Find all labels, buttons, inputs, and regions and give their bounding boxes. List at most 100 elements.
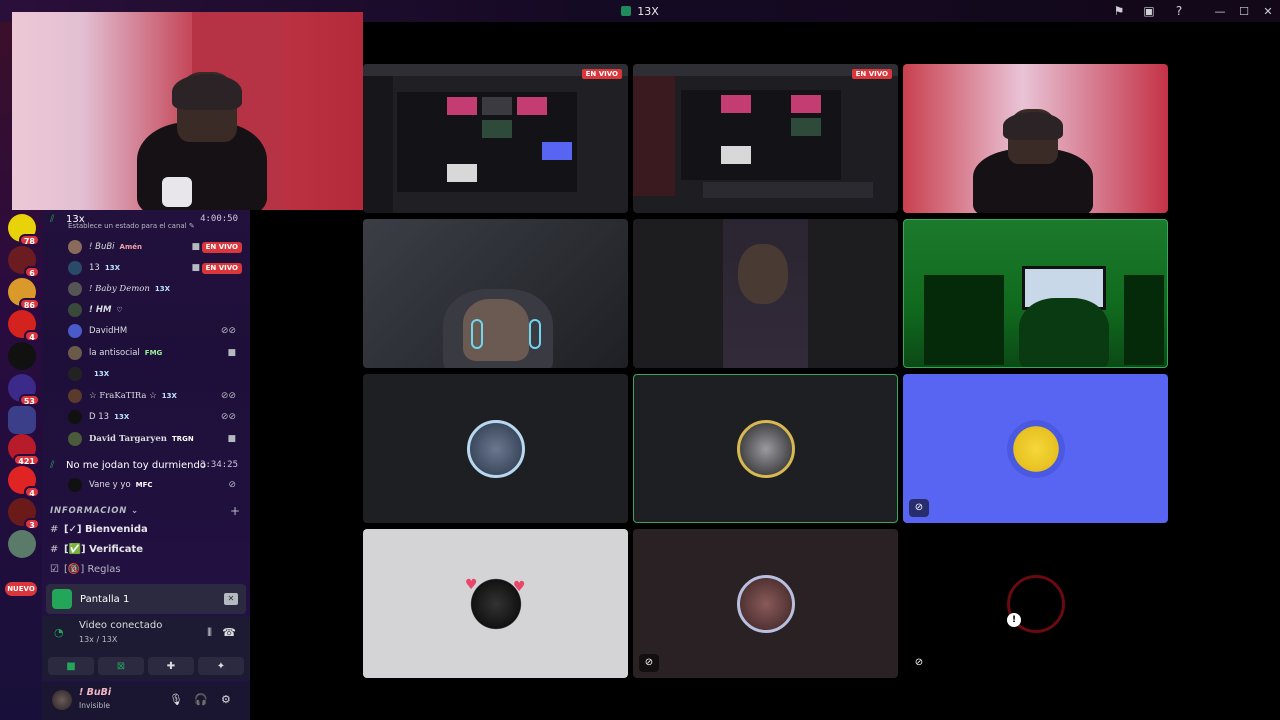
add-channel-icon[interactable]: +	[230, 504, 240, 518]
deafened-icon: ⊘	[228, 480, 236, 490]
stream-thumb	[542, 142, 572, 160]
server-icon[interactable]: 4	[8, 310, 40, 342]
voice-user[interactable]: D 13 13X ⊘⊘	[68, 408, 244, 426]
avatar[interactable]	[52, 690, 72, 710]
avatar-tile[interactable]	[633, 374, 898, 523]
server-badge: 3	[24, 518, 40, 530]
voice-status-title: Video conectado	[79, 620, 163, 631]
activities-button[interactable]: ✚	[148, 657, 194, 675]
voice-user[interactable]: 13X	[68, 365, 244, 383]
popout-icon[interactable]: ▣	[1134, 0, 1164, 22]
alert-icon: !	[1007, 613, 1021, 627]
voice-channel-name: No me jodan toy durmiendo	[66, 459, 206, 471]
camera-button[interactable]: ■	[48, 657, 94, 675]
server-icon[interactable]: 86	[8, 278, 40, 310]
voice-user[interactable]: ! HM ♡	[68, 301, 244, 319]
server-icon[interactable]: 3	[8, 498, 40, 530]
server-icon[interactable]: 78	[8, 214, 40, 246]
server-badge: 4	[24, 330, 40, 342]
voice-user[interactable]: ! Baby Demon 13X	[68, 280, 244, 298]
voice-user[interactable]: la antisocial FMG ■	[68, 344, 244, 362]
user-tag: 13X	[114, 413, 130, 421]
camera-icon: ■	[191, 263, 200, 273]
avatar-tile[interactable]	[363, 374, 628, 523]
user-name: ! BuBi	[89, 242, 115, 252]
camera-icon: ■	[191, 242, 200, 252]
maximize-button[interactable]: ☐	[1232, 0, 1256, 22]
server-icon[interactable]	[8, 530, 36, 558]
avatar	[68, 261, 82, 275]
rules-icon: ☑	[50, 563, 59, 575]
avatar	[68, 282, 82, 296]
user-tag: 13X	[161, 392, 177, 400]
avatar-tile[interactable]: ⊘	[903, 374, 1168, 523]
camera-tile[interactable]	[903, 64, 1168, 213]
channel-item-bienvenida[interactable]: # [✓] Bienvenida	[50, 520, 240, 538]
avatar	[68, 367, 82, 381]
channel-icon	[621, 6, 632, 16]
avatar-tile[interactable]: ⊘	[633, 529, 898, 678]
help-icon[interactable]: ?	[1164, 0, 1194, 22]
server-icon[interactable]: 6	[8, 246, 40, 278]
camera-tile[interactable]	[633, 219, 898, 368]
headphones-icon[interactable]: 🎧	[194, 693, 208, 706]
voice-user[interactable]: ! BuBi Amén ■ EN VIVO	[68, 238, 244, 256]
live-badge: EN VIVO	[201, 241, 242, 253]
noise-suppression-icon[interactable]: ⦀	[207, 626, 212, 640]
stream-thumb	[721, 95, 751, 113]
server-icon[interactable]: 53	[8, 374, 40, 406]
stream-thumb	[791, 118, 821, 136]
disconnect-icon[interactable]: ☎	[222, 626, 236, 639]
self-camera-preview[interactable]	[12, 12, 363, 210]
channel-item-reglas[interactable]: ☑ [🔞] Reglas	[50, 560, 240, 578]
gear-icon[interactable]: ⚙	[221, 693, 231, 706]
user-tag: 13X	[104, 264, 120, 272]
hash-icon: #	[50, 543, 59, 555]
share-screen-button[interactable]: ⊠	[98, 657, 144, 675]
soundboard-button[interactable]: ✦	[198, 657, 244, 675]
camera-tile[interactable]	[363, 219, 628, 368]
microphone-icon[interactable]: 🎙	[169, 693, 183, 706]
server-icon[interactable]: 421	[8, 434, 40, 466]
avatar	[68, 346, 82, 360]
voice-user[interactable]: DavidHM ⊘⊘	[68, 322, 244, 340]
signal-icon[interactable]: ◔	[54, 626, 64, 639]
new-server-badge[interactable]: NUEVO	[5, 582, 37, 596]
camera-tile[interactable]	[903, 219, 1168, 368]
user-name: D 13	[89, 412, 110, 422]
stop-share-icon[interactable]: ✕	[224, 593, 238, 605]
stream-tile[interactable]: EN VIVO	[633, 64, 898, 213]
avatar-tile[interactable]: ♥ ♥	[363, 529, 628, 678]
inbox-icon[interactable]: ⚑	[1104, 0, 1134, 22]
voice-channel-2[interactable]: ⫽ No me jodan toy durmiendo 3:34:25	[48, 454, 244, 476]
user-tag: TRGN	[171, 435, 194, 443]
server-icon[interactable]: 4	[8, 466, 40, 498]
voice-user[interactable]: 13 13X ■ EN VIVO	[68, 259, 244, 277]
channel-status[interactable]: Establece un estado para el canal ✎	[68, 222, 195, 230]
voice-user[interactable]: ☆ FraKaTIRa ☆ 13X ⊘⊘	[68, 387, 244, 405]
stream-tile[interactable]: EN VIVO	[363, 64, 628, 213]
folder-icon[interactable]	[8, 406, 36, 434]
server-badge: 4	[24, 486, 40, 498]
screen-share-icon	[52, 589, 72, 609]
channel-label: Reglas	[87, 563, 121, 575]
screen-share-panel[interactable]: Pantalla 1 ✕	[46, 584, 246, 614]
stream-content	[397, 92, 577, 192]
channel-label: Verificate	[89, 543, 144, 555]
category-header[interactable]: INFORMACION ⌄	[50, 506, 139, 516]
voice-user[interactable]: David Targaryen TRGN ■	[68, 430, 244, 448]
channel-item-verificate[interactable]: # [✅] Verificate	[50, 540, 240, 558]
minimize-button[interactable]: —	[1208, 0, 1232, 22]
user-name: la antisocial	[89, 348, 140, 358]
clothes-rack	[1124, 275, 1164, 365]
live-badge: EN VIVO	[581, 69, 622, 79]
camera-icon: ■	[227, 348, 236, 358]
avatar	[68, 240, 82, 254]
headphones-glow	[529, 319, 541, 349]
avatar-tile[interactable]: ! ⊘	[903, 529, 1168, 678]
avatar	[68, 303, 82, 317]
close-button[interactable]: ✕	[1256, 0, 1280, 22]
server-icon[interactable]	[8, 342, 36, 370]
channel-emoji: [✅]	[64, 543, 86, 555]
voice-user[interactable]: Vane y yo MFC ⊘	[68, 476, 244, 494]
